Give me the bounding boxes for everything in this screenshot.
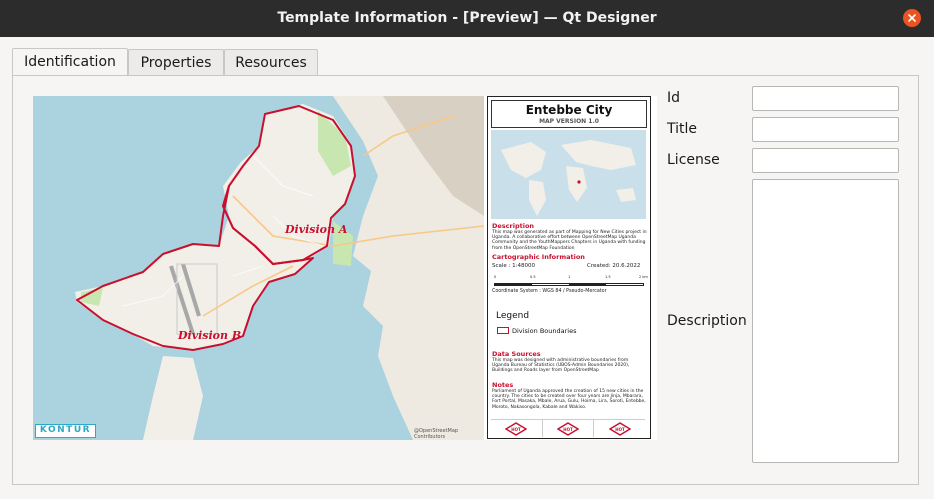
title-bar: Template Information - [Preview] — Qt De… (0, 0, 934, 37)
scale-tick: 0.5 (530, 275, 536, 279)
tab-identification[interactable]: Identification (12, 48, 128, 76)
scale-text: Scale : 1:48000 (492, 263, 535, 269)
hot-logo-text: HOT (512, 427, 522, 432)
tab-resources[interactable]: Resources (224, 49, 318, 75)
hot-logo: HOT (594, 420, 645, 437)
legend-heading: Legend (496, 311, 530, 321)
scale-tick: 0 (494, 275, 497, 279)
scale-tick: 1 (568, 275, 571, 279)
world-overview-map (491, 130, 646, 219)
notes-text: Parliament of Uganda approved the creati… (492, 389, 646, 410)
description-heading: Description (492, 222, 535, 230)
scale-tick: 2 km (639, 275, 648, 279)
title-field[interactable] (752, 117, 899, 142)
map-view: Division A Division B KONTUR @OpenStreet… (33, 96, 484, 440)
legend-swatch (497, 327, 509, 334)
coordinate-system-text: Coordinate System : WGS 84 / Pseudo-Merc… (492, 289, 607, 294)
scale-tick: 1.5 (605, 275, 611, 279)
partner-logos: HOT HOT HOT (491, 419, 645, 437)
data-sources-heading: Data Sources (492, 350, 541, 358)
notes-heading: Notes (492, 381, 514, 389)
description-field[interactable] (752, 179, 899, 463)
license-label: License (667, 152, 720, 168)
map-label-division-b: Division B (177, 329, 241, 342)
layout-subtitle: MAP VERSION 1.0 (539, 118, 599, 125)
scale-bar (494, 283, 644, 286)
legend-item-label: Division Boundaries (512, 327, 577, 335)
layout-title: Entebbe City (525, 103, 613, 117)
description-label: Description (667, 313, 747, 329)
map-label-division-a: Division A (284, 223, 348, 236)
close-button[interactable] (903, 9, 921, 27)
created-text: Created: 20.6.2022 (587, 263, 641, 269)
id-field[interactable] (752, 86, 899, 111)
kontur-logo: KONTUR (35, 424, 96, 438)
location-marker (577, 180, 581, 184)
hot-logo-text: HOT (563, 427, 573, 432)
license-field[interactable] (752, 148, 899, 173)
close-icon (908, 14, 916, 22)
layout-title-box: Entebbe City MAP VERSION 1.0 (491, 100, 647, 128)
description-text: This map was generated as part of Mappin… (492, 230, 647, 251)
cartographic-heading: Cartographic Information (492, 253, 585, 261)
title-label: Title (667, 121, 698, 137)
hot-logo: HOT (543, 420, 595, 437)
window-title: Template Information - [Preview] — Qt De… (277, 10, 657, 26)
template-preview: Division A Division B KONTUR @OpenStreet… (33, 96, 657, 440)
data-sources-text: This map was designed with administrativ… (492, 358, 630, 374)
map-attribution: @OpenStreetMap Contributors (414, 428, 459, 440)
print-layout-panel: Entebbe City MAP VERSION 1.0 Description… (487, 96, 651, 439)
id-label: Id (667, 90, 681, 106)
tab-properties[interactable]: Properties (128, 49, 224, 75)
hot-logo-text: HOT (615, 427, 625, 432)
hot-logo: HOT (491, 420, 543, 437)
